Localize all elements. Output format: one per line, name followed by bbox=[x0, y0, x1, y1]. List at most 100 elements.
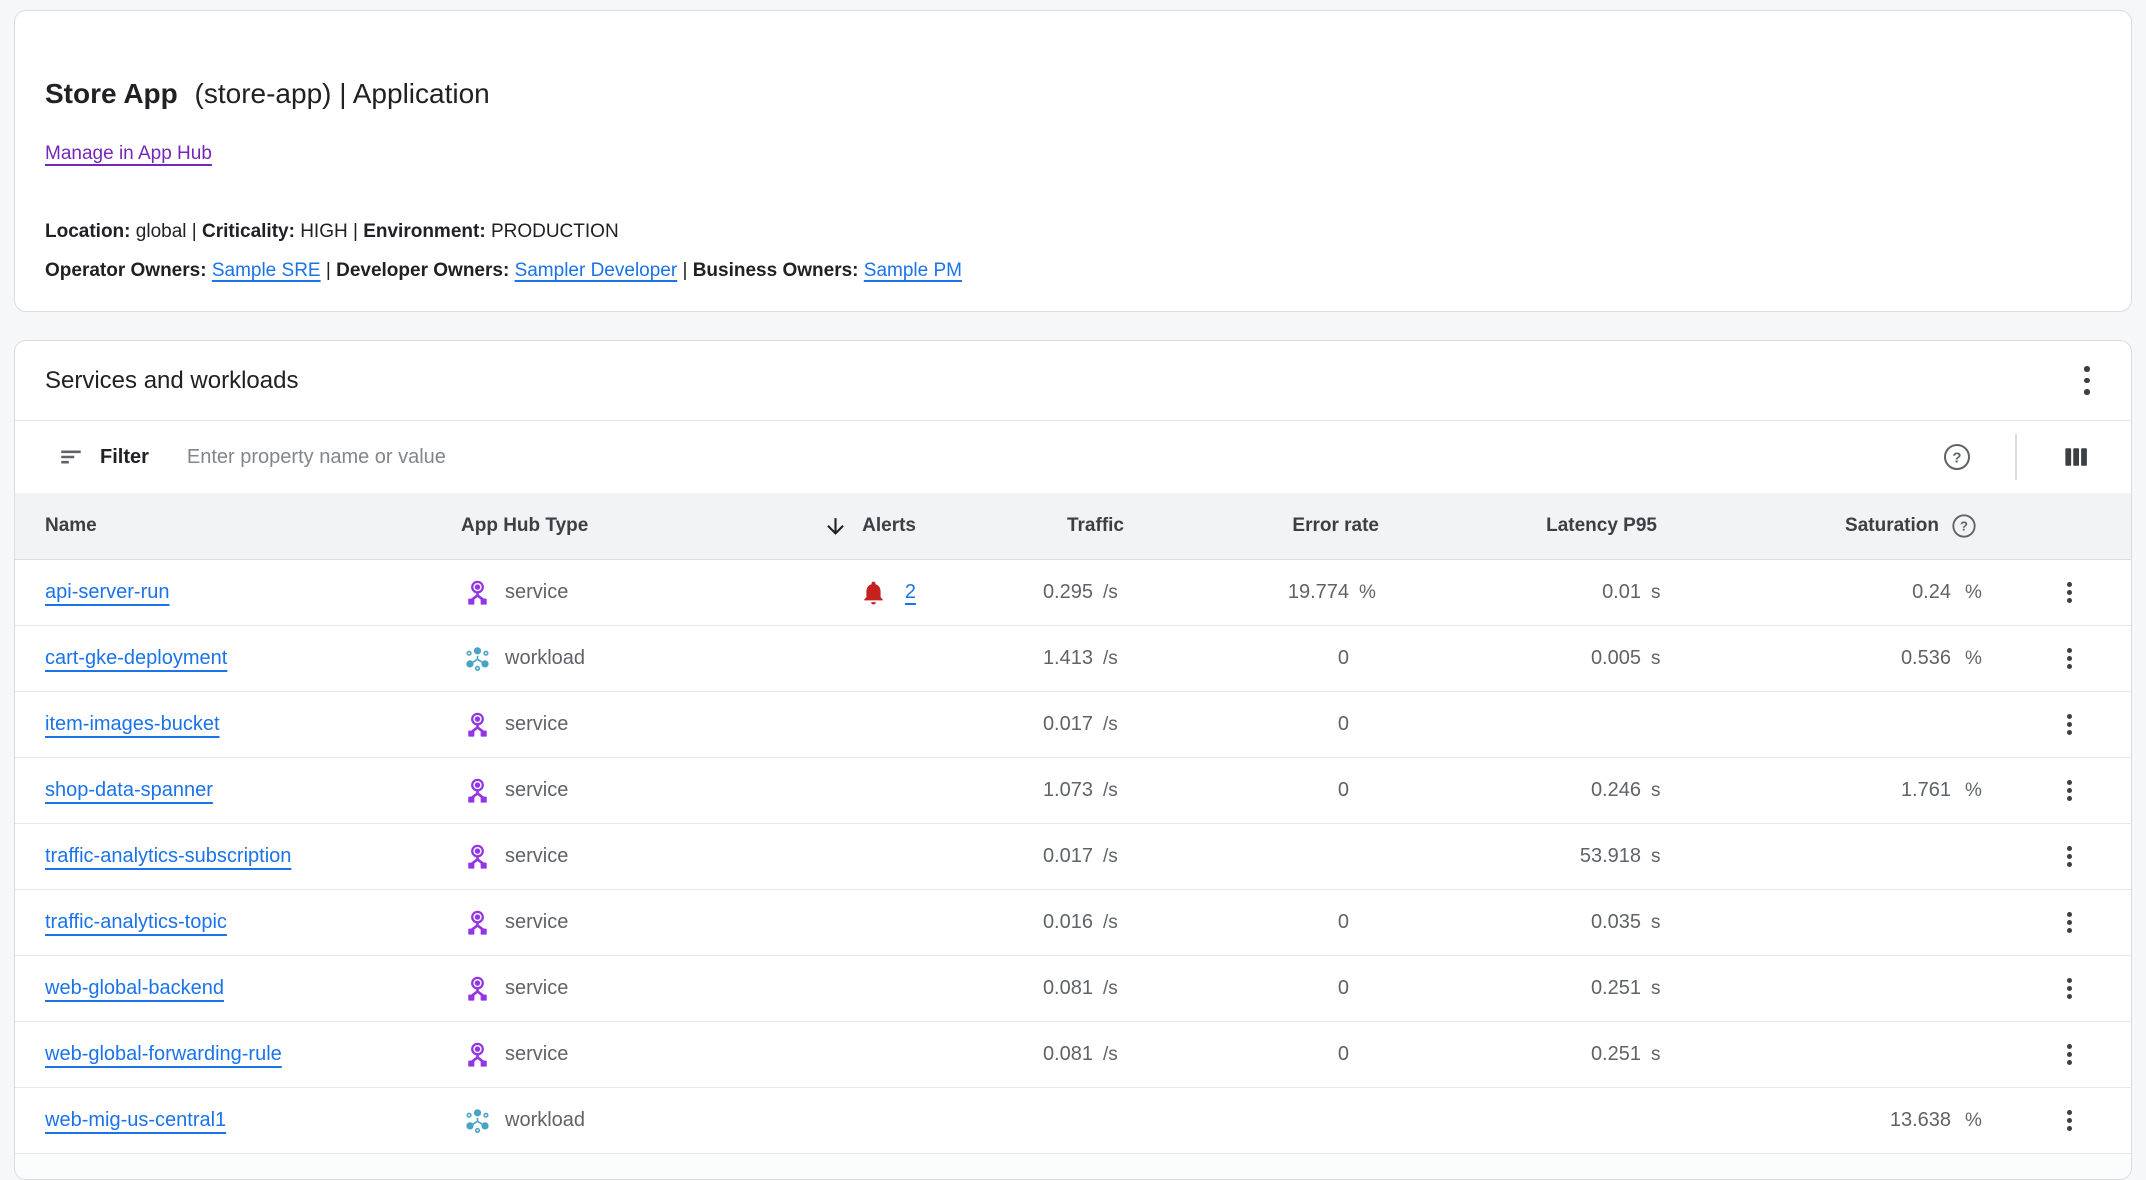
column-header-error-rate[interactable]: Error rate bbox=[1136, 515, 1391, 537]
service-name-link[interactable]: traffic-analytics-subscription bbox=[45, 845, 291, 867]
filter-label: Filter bbox=[100, 446, 149, 469]
row-more-options-button[interactable] bbox=[2051, 1033, 2087, 1077]
table-row: item-images-bucket service 0.017 /s 0 bbox=[15, 692, 2131, 758]
traffic-unit: /s bbox=[1093, 582, 1136, 604]
column-header-latency-p95[interactable]: Latency P95 bbox=[1391, 515, 1669, 537]
service-name-link[interactable]: web-global-backend bbox=[45, 977, 224, 999]
traffic-cell: 0.017 /s bbox=[916, 713, 1136, 736]
column-header-traffic[interactable]: Traffic bbox=[916, 515, 1136, 537]
traffic-value: 1.413 bbox=[916, 647, 1093, 670]
column-header-name[interactable]: Name bbox=[45, 515, 461, 537]
latency-value: 0.251 bbox=[1391, 977, 1641, 1000]
actions-cell bbox=[1991, 835, 2101, 879]
name-cell: traffic-analytics-topic bbox=[45, 911, 461, 934]
developer-owners-label: Developer Owners: bbox=[336, 260, 509, 281]
error-rate-cell: 19.774 % bbox=[1136, 581, 1391, 604]
meta-separator: | bbox=[353, 221, 358, 242]
saturation-unit: % bbox=[1951, 780, 1991, 802]
column-header-alerts[interactable]: Alerts bbox=[761, 514, 916, 539]
alert-count-link[interactable]: 2 bbox=[905, 581, 916, 604]
meta-separator: | bbox=[326, 260, 331, 281]
name-cell: shop-data-spanner bbox=[45, 779, 461, 802]
filter-button[interactable]: Filter bbox=[45, 444, 187, 470]
error-rate-value: 0 bbox=[1136, 977, 1349, 1000]
saturation-help-icon[interactable]: ? bbox=[1951, 513, 1977, 539]
service-name-link[interactable]: web-global-forwarding-rule bbox=[45, 1043, 282, 1065]
service-icon bbox=[464, 1041, 491, 1068]
name-cell: api-server-run bbox=[45, 581, 461, 604]
traffic-value: 0.295 bbox=[916, 581, 1093, 604]
row-more-options-button[interactable] bbox=[2051, 703, 2087, 747]
section-more-options-button[interactable] bbox=[2067, 359, 2107, 403]
latency-value: 0.005 bbox=[1391, 647, 1641, 670]
service-name-link[interactable]: web-mig-us-central1 bbox=[45, 1109, 226, 1131]
latency-value: 0.035 bbox=[1391, 911, 1641, 934]
row-more-options-button[interactable] bbox=[2051, 967, 2087, 1011]
row-more-options-button[interactable] bbox=[2051, 835, 2087, 879]
column-display-options-button[interactable] bbox=[2061, 442, 2091, 472]
error-rate-cell: 0 bbox=[1136, 1043, 1391, 1066]
latency-value: 0.246 bbox=[1391, 779, 1641, 802]
latency-cell: 53.918 s bbox=[1391, 845, 1669, 868]
filter-help-button[interactable]: ? bbox=[1943, 443, 1971, 471]
developer-owner-link[interactable]: Sampler Developer bbox=[515, 260, 678, 281]
latency-cell: 0.251 s bbox=[1391, 1043, 1669, 1066]
app-hub-type-label: workload bbox=[505, 647, 585, 670]
traffic-value: 0.017 bbox=[916, 713, 1093, 736]
operator-owner-link[interactable]: Sample SRE bbox=[212, 260, 321, 281]
name-cell: traffic-analytics-subscription bbox=[45, 845, 461, 868]
latency-value: 0.251 bbox=[1391, 1043, 1641, 1066]
service-name-link[interactable]: api-server-run bbox=[45, 581, 169, 603]
manage-in-app-hub-link[interactable]: Manage in App Hub bbox=[45, 141, 212, 167]
location-value: global bbox=[136, 221, 187, 242]
error-rate-value: 0 bbox=[1136, 713, 1349, 736]
service-name-link[interactable]: item-images-bucket bbox=[45, 713, 220, 735]
criticality-label: Criticality: bbox=[202, 221, 295, 242]
service-name-link[interactable]: shop-data-spanner bbox=[45, 779, 213, 801]
actions-cell bbox=[1991, 901, 2101, 945]
service-name-link[interactable]: traffic-analytics-topic bbox=[45, 911, 227, 933]
meta-separator: | bbox=[682, 260, 687, 281]
error-rate-cell: 0 bbox=[1136, 713, 1391, 736]
service-name-link[interactable]: cart-gke-deployment bbox=[45, 647, 227, 669]
actions-cell bbox=[1991, 637, 2101, 681]
app-hub-type-cell: workload bbox=[461, 645, 761, 672]
operator-owners-label: Operator Owners: bbox=[45, 260, 207, 281]
traffic-unit: /s bbox=[1093, 912, 1136, 934]
business-owners-label: Business Owners: bbox=[693, 260, 859, 281]
table-header-row: Name App Hub Type Alerts Traffic Error r… bbox=[15, 493, 2131, 560]
error-rate-cell: 0 bbox=[1136, 977, 1391, 1000]
error-rate-value: 0 bbox=[1136, 647, 1349, 670]
table-row: api-server-run service 2 0.295 /s 19.774… bbox=[15, 560, 2131, 626]
traffic-unit: /s bbox=[1093, 1044, 1136, 1066]
actions-cell bbox=[1991, 571, 2101, 615]
latency-value: 0.01 bbox=[1391, 581, 1641, 604]
row-more-options-button[interactable] bbox=[2051, 637, 2087, 681]
service-icon bbox=[464, 975, 491, 1002]
name-cell: web-global-forwarding-rule bbox=[45, 1043, 461, 1066]
filter-input[interactable] bbox=[187, 446, 1943, 469]
row-more-options-button[interactable] bbox=[2051, 769, 2087, 813]
svg-text:?: ? bbox=[1960, 519, 1968, 534]
traffic-value: 1.073 bbox=[916, 779, 1093, 802]
app-hub-type-cell: service bbox=[461, 579, 761, 606]
row-more-options-button[interactable] bbox=[2051, 571, 2087, 615]
business-owner-link[interactable]: Sample PM bbox=[864, 260, 962, 281]
column-header-saturation[interactable]: Saturation ? bbox=[1669, 513, 1991, 539]
service-icon bbox=[464, 843, 491, 870]
environment-label: Environment: bbox=[363, 221, 485, 242]
column-header-app-hub-type[interactable]: App Hub Type bbox=[461, 515, 761, 537]
row-more-options-button[interactable] bbox=[2051, 901, 2087, 945]
sort-descending-arrow-icon bbox=[823, 514, 848, 539]
traffic-unit: /s bbox=[1093, 714, 1136, 736]
alert-bell-icon bbox=[860, 579, 887, 606]
service-icon bbox=[464, 579, 491, 606]
name-cell: web-global-backend bbox=[45, 977, 461, 1000]
traffic-cell: 1.413 /s bbox=[916, 647, 1136, 670]
actions-cell bbox=[1991, 703, 2101, 747]
traffic-cell: 0.081 /s bbox=[916, 977, 1136, 1000]
traffic-value: 0.081 bbox=[916, 1043, 1093, 1066]
latency-unit: s bbox=[1641, 648, 1669, 670]
actions-cell bbox=[1991, 1033, 2101, 1077]
row-more-options-button[interactable] bbox=[2051, 1099, 2087, 1143]
